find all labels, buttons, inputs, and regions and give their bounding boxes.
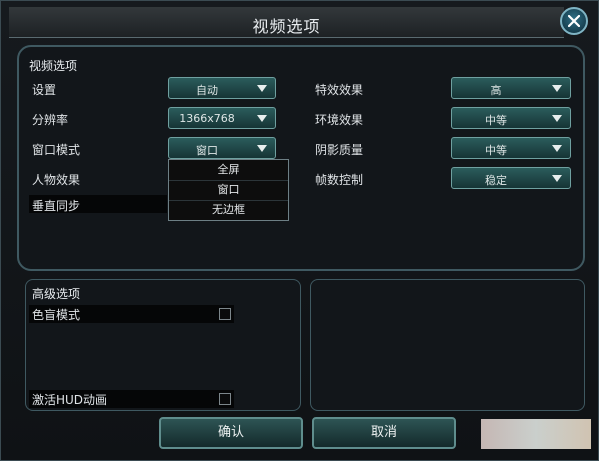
window-mode-options-menu: 全屏 窗口 无边框 [168,159,289,221]
hud-animation-checkbox[interactable] [219,393,231,405]
close-button[interactable] [560,7,588,35]
frame-rate-dropdown[interactable]: 稳定 [451,167,571,189]
window-mode-label: 窗口模式 [32,143,81,157]
option-fullscreen[interactable]: 全屏 [169,160,288,181]
window-mode-value: 窗口 [196,144,218,157]
colorblind-mode-label: 色盲模式 [32,308,81,322]
environment-effects-dropdown[interactable]: 中等 [451,107,571,129]
chevron-down-icon [552,115,562,122]
advanced-options-section-label: 高级选项 [32,287,81,301]
shadow-quality-label: 阴影质量 [315,143,364,157]
confirm-button[interactable]: 确认 [159,417,303,449]
chevron-down-icon [257,115,267,122]
window-mode-dropdown[interactable]: 窗口 [168,137,276,159]
resolution-label: 分辨率 [32,113,69,127]
chevron-down-icon [257,85,267,92]
chevron-down-icon [552,85,562,92]
option-windowed[interactable]: 窗口 [169,180,288,201]
environment-effects-label: 环境效果 [315,113,364,127]
chevron-down-icon [552,145,562,152]
video-options-section-label: 视频选项 [29,59,78,73]
settings-label: 设置 [32,83,57,97]
character-effects-label: 人物效果 [32,173,81,187]
option-borderless[interactable]: 无边框 [169,200,288,220]
settings-value: 自动 [196,84,218,97]
chevron-down-icon [552,175,562,182]
resolution-value: 1366x768 [179,112,235,125]
title-bar: 视频选项 [9,7,564,38]
environment-effects-value: 中等 [485,114,507,127]
close-icon [568,15,580,27]
shadow-quality-dropdown[interactable]: 中等 [451,137,571,159]
settings-dropdown[interactable]: 自动 [168,77,276,99]
frame-rate-value: 稳定 [485,174,507,187]
effects-quality-dropdown[interactable]: 高 [451,77,571,99]
resolution-dropdown[interactable]: 1366x768 [168,107,276,129]
effects-quality-label: 特效效果 [315,83,364,97]
hud-animation-label: 激活HUD动画 [32,393,108,407]
video-options-window: 视频选项 视频选项 设置 自动 分辨率 1366x768 窗口模式 窗口 人物效… [0,0,599,461]
colorblind-mode-checkbox[interactable] [219,308,231,320]
cancel-button[interactable]: 取消 [312,417,456,449]
chevron-down-icon [257,145,267,152]
vsync-label: 垂直同步 [32,199,81,213]
description-panel [310,279,585,411]
window-title: 视频选项 [252,17,321,36]
shadow-quality-value: 中等 [485,144,507,157]
effects-quality-value: 高 [490,84,502,97]
frame-rate-label: 帧数控制 [315,173,364,187]
blurred-region [481,419,591,449]
